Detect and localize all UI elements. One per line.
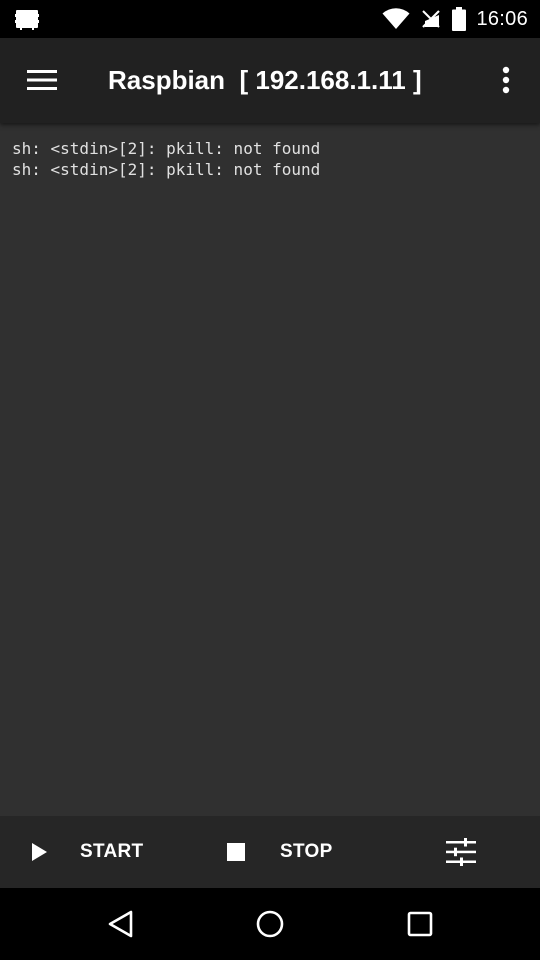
navigation-bar <box>0 888 540 960</box>
back-icon <box>108 910 133 938</box>
menu-icon <box>27 70 57 90</box>
more-vert-icon <box>502 66 510 94</box>
tune-settings-button[interactable] <box>444 816 478 888</box>
app-bar: Raspbian [ 192.168.1.11 ] <box>0 38 540 123</box>
status-icons: 16:06 <box>382 0 528 38</box>
console-line: sh: <stdin>[2]: pkill: not found <box>12 139 321 158</box>
start-label: START <box>80 841 144 862</box>
recents-button[interactable] <box>398 902 442 946</box>
recents-icon <box>407 911 433 937</box>
wifi-icon <box>382 8 410 29</box>
overflow-menu-button[interactable] <box>486 58 526 102</box>
no-sim-icon <box>422 10 441 28</box>
console-output[interactable]: sh: <stdin>[2]: pkill: not found sh: <st… <box>0 123 540 816</box>
home-icon <box>256 910 284 938</box>
stop-icon <box>227 843 245 861</box>
stop-button[interactable]: STOP <box>226 816 333 888</box>
tune-icon <box>446 838 476 866</box>
status-bar: 16:06 <box>0 0 540 38</box>
bottom-toolbar: START STOP <box>0 816 540 888</box>
battery-icon <box>452 7 467 31</box>
home-button[interactable] <box>248 902 292 946</box>
stop-label: STOP <box>280 841 333 862</box>
clock: 16:06 <box>476 7 528 30</box>
menu-button[interactable] <box>16 58 68 102</box>
app-notification-icon <box>15 10 39 30</box>
back-button[interactable] <box>98 902 142 946</box>
play-icon <box>32 843 47 861</box>
page-title: Raspbian [ 192.168.1.11 ] <box>108 65 422 95</box>
console-line: sh: <stdin>[2]: pkill: not found <box>12 160 321 179</box>
start-button[interactable]: START <box>30 816 143 888</box>
